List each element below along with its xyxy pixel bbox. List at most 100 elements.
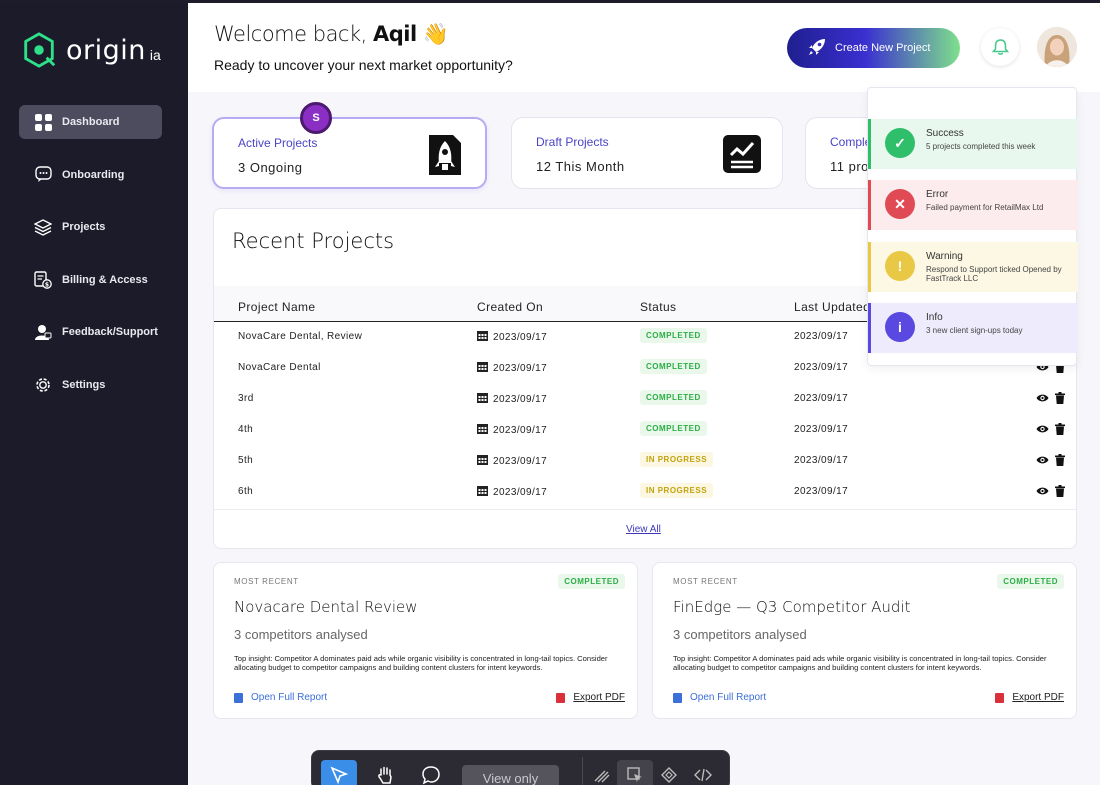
row-actions	[1036, 423, 1065, 435]
created-on-cell: 2023/09/17	[477, 424, 547, 436]
wave-icon: 👋	[422, 22, 449, 46]
bell-icon	[991, 39, 1009, 55]
close-icon: ✕	[885, 189, 915, 219]
insight-text: Top insight: Competitor A dominates paid…	[673, 654, 1047, 672]
sidebar-item-settings[interactable]: Settings	[19, 368, 162, 402]
avatar[interactable]	[1037, 27, 1077, 67]
table-row[interactable]: 4th 2023/09/17 COMPLETED 2023/09/17	[214, 415, 1076, 446]
row-actions	[1036, 454, 1065, 466]
draw-tool-button[interactable]	[584, 760, 620, 785]
stat-card-draft-projects[interactable]: Draft Projects 12 This Month	[511, 117, 783, 189]
select-tool-button[interactable]	[321, 760, 357, 785]
report-title: Novacare Dental Review	[234, 598, 418, 616]
sidebar-item-billing[interactable]: $ Billing & Access	[19, 263, 162, 297]
export-pdf-link[interactable]: Export PDF	[556, 692, 625, 703]
competitor-count: 3 competitors analysed	[673, 627, 807, 642]
layers-icon	[34, 218, 52, 236]
column-project-name: Project Name	[238, 300, 316, 314]
info-icon: i	[885, 312, 915, 342]
created-date: 2023/09/17	[493, 363, 548, 374]
user-name: Aqil	[373, 22, 417, 46]
pen-scribble-icon	[594, 770, 610, 783]
component-tool-button[interactable]	[651, 760, 687, 785]
sidebar-item-feedback[interactable]: Feedback/Support	[19, 315, 162, 349]
sidebar-item-projects[interactable]: Projects	[19, 210, 162, 244]
trash-icon[interactable]	[1055, 392, 1065, 404]
stat-title: Draft Projects	[536, 135, 609, 149]
svg-text:$: $	[45, 281, 49, 288]
status-badge: COMPLETED	[997, 574, 1064, 589]
last-updated-cell: 2023/09/17	[794, 362, 849, 373]
calendar-icon	[477, 486, 488, 496]
pan-tool-button[interactable]	[367, 760, 403, 785]
stat-card-active-projects[interactable]: Active Projects 3 Ongoing	[212, 117, 487, 189]
eye-icon[interactable]	[1036, 485, 1049, 497]
column-status: Status	[640, 300, 677, 314]
toast-message: 3 new client sign-ups today	[926, 326, 1023, 335]
created-date: 2023/09/17	[493, 456, 548, 467]
inspect-icon	[627, 767, 642, 782]
trash-icon[interactable]	[1055, 423, 1065, 435]
notification-warning[interactable]: ! Warning Respond to Support ticked Opened…	[868, 242, 1078, 292]
sidebar-item-onboarding[interactable]: Onboarding	[19, 158, 162, 192]
toast-message: Respond to Support ticked Opened by Fast…	[926, 265, 1062, 283]
hand-icon	[378, 766, 392, 784]
code-tool-button[interactable]	[685, 760, 721, 785]
open-report-label: Open Full Report	[690, 692, 767, 703]
open-report-link[interactable]: Open Full Report	[673, 692, 766, 703]
support-agent-icon	[34, 323, 52, 341]
toast-title: Error	[926, 189, 949, 200]
create-project-button[interactable]: Create New Project	[787, 28, 960, 68]
rocket-icon	[807, 37, 827, 60]
inspect-tool-button[interactable]	[617, 760, 653, 785]
recent-projects-title: Recent Projects	[232, 229, 395, 253]
billing-icon: $	[34, 270, 52, 289]
created-date: 2023/09/17	[493, 394, 548, 405]
comment-tool-button[interactable]	[413, 760, 449, 785]
sidebar-item-dashboard[interactable]: Dashboard	[19, 105, 162, 139]
table-row[interactable]: 5th 2023/09/17 IN PROGRESS 2023/09/17	[214, 446, 1076, 477]
eye-icon[interactable]	[1036, 392, 1049, 404]
view-all-link[interactable]: View All	[626, 524, 661, 535]
toast-title: Info	[926, 312, 943, 323]
logo[interactable]: origin ia	[20, 31, 161, 69]
eye-icon[interactable]	[1036, 423, 1049, 435]
table-row[interactable]: 6th 2023/09/17 IN PROGRESS 2023/09/17	[214, 477, 1076, 508]
table-row[interactable]: 3rd 2023/09/17 COMPLETED 2023/09/17	[214, 384, 1076, 415]
recent-report-card[interactable]: MOST RECENT COMPLETED Novacare Dental Revi…	[213, 562, 638, 719]
stat-value: 3 Ongoing	[238, 160, 303, 175]
created-on-cell: 2023/09/17	[477, 455, 547, 467]
project-name-cell: NovaCare Dental, Review	[238, 331, 363, 342]
created-date: 2023/09/17	[493, 425, 548, 436]
page-greeting: Welcome back, Aqil 👋	[214, 22, 449, 47]
code-icon	[694, 768, 712, 782]
last-updated-cell: 2023/09/17	[794, 486, 849, 497]
trash-icon[interactable]	[1055, 454, 1065, 466]
sidebar: origin ia Dashboard Onboarding Projects …	[0, 3, 188, 785]
last-updated-cell: 2023/09/17	[794, 331, 849, 342]
stat-title: Active Projects	[238, 136, 318, 150]
export-pdf-label: Export PDF	[573, 692, 625, 703]
status-badge: COMPLETED	[640, 328, 707, 343]
report-icon	[234, 692, 243, 703]
sidebar-item-label: Onboarding	[62, 168, 125, 181]
export-pdf-link[interactable]: Export PDF	[995, 692, 1064, 703]
toast-accent-bar	[868, 119, 871, 169]
trash-icon[interactable]	[1055, 485, 1065, 497]
view-only-badge: View only	[462, 765, 559, 785]
stat-value: 11 proj	[830, 159, 873, 174]
notification-error[interactable]: ✕ Error Failed payment for RetailMax Ltd	[868, 180, 1078, 230]
notification-info[interactable]: i Info 3 new client sign-ups today	[868, 303, 1078, 353]
recent-report-card[interactable]: MOST RECENT COMPLETED FinEdge — Q3 Competi…	[652, 562, 1077, 719]
user-badge[interactable]: S	[300, 102, 332, 134]
comment-icon	[422, 766, 440, 785]
notification-bell-button[interactable]	[981, 28, 1019, 66]
row-actions	[1036, 485, 1065, 497]
notification-success[interactable]: ✓ Success 5 projects completed this week	[868, 119, 1078, 169]
status-badge: COMPLETED	[640, 359, 707, 374]
toast-accent-bar	[868, 303, 871, 353]
chart-checklist-icon	[723, 135, 761, 173]
project-name-cell: 5th	[238, 455, 254, 466]
eye-icon[interactable]	[1036, 454, 1049, 466]
open-report-link[interactable]: Open Full Report	[234, 692, 327, 703]
